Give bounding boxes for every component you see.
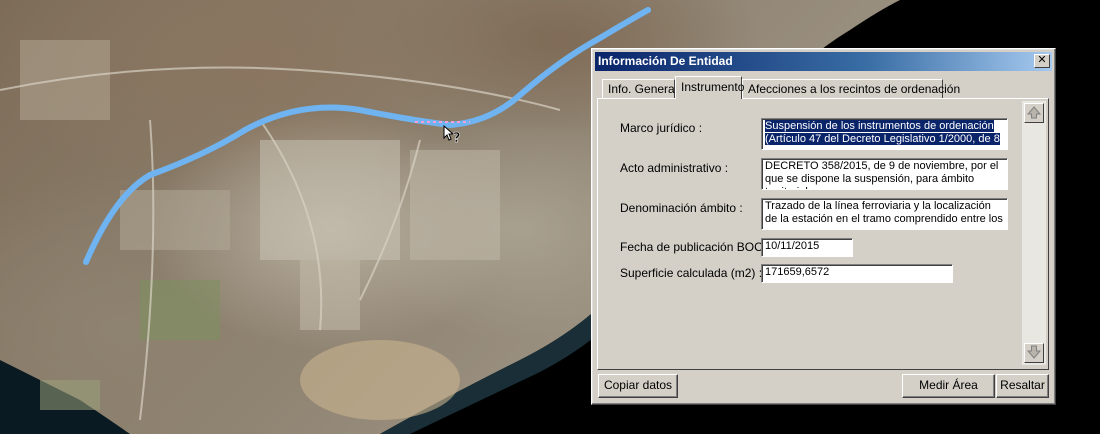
fecha-publicacion-value: 10/11/2015 [765, 240, 820, 252]
superficie-calculada-value: 171659,6572 [765, 266, 830, 278]
dunes [300, 340, 460, 420]
superficie-calculada-label: Superficie calculada (m2) : [620, 266, 763, 280]
fecha-publicacion-field[interactable]: 10/11/2015 [761, 238, 853, 257]
fecha-publicacion-label: Fecha de publicación BOC : [620, 240, 770, 254]
marco-juridico-value: Suspensión de los instrumentos de ordena… [765, 120, 1000, 145]
denominacion-ambito-label: Denominación ámbito : [620, 201, 743, 215]
close-button[interactable]: ✕ [1034, 54, 1050, 68]
acto-administrativo-value: DECRETO 358/2015, de 9 de noviembre, por… [765, 160, 999, 189]
tab-label: Info. General [608, 82, 678, 96]
vertical-scrollbar[interactable] [1022, 101, 1046, 365]
tab-instrumento[interactable]: Instrumento [675, 76, 745, 99]
route-end-point [645, 7, 651, 13]
highlight-button[interactable]: Resaltar [996, 374, 1049, 398]
superficie-calculada-field[interactable]: 171659,6572 [761, 264, 953, 283]
acto-administrativo-label: Acto administrativo : [620, 161, 729, 175]
dialog-titlebar[interactable]: Información De Entidad ✕ [595, 52, 1052, 71]
instrumento-panel: Marco jurídico : Suspensión de los instr… [597, 98, 1049, 370]
arrow-down-icon [1026, 345, 1042, 359]
tab-info-general[interactable]: Info. General [602, 79, 678, 99]
arrow-up-icon [1026, 106, 1042, 119]
entity-info-dialog[interactable]: Información De Entidad ✕ Info. General I… [591, 48, 1056, 405]
tab-label: Afecciones a los recintos de ordenación [748, 82, 961, 96]
acto-administrativo-field[interactable]: DECRETO 358/2015, de 9 de noviembre, por… [761, 158, 1008, 190]
denominacion-ambito-field[interactable]: Trazado de la línea ferroviaria y la loc… [761, 198, 1008, 230]
scroll-down-button[interactable] [1024, 343, 1044, 363]
measure-area-button[interactable]: Medir Área [902, 374, 995, 398]
cursor-question-mark: ? [453, 131, 461, 145]
close-icon: ✕ [1037, 54, 1047, 66]
copy-data-button[interactable]: Copiar datos [598, 374, 678, 398]
denominacion-ambito-value: Trazado de la línea ferroviaria y la loc… [765, 200, 1003, 225]
tab-label: Instrumento [681, 80, 745, 94]
dialog-title: Información De Entidad [598, 54, 733, 68]
scroll-up-button[interactable] [1024, 103, 1044, 123]
marco-juridico-label: Marco jurídico : [620, 121, 703, 135]
tab-afecciones[interactable]: Afecciones a los recintos de ordenación [742, 79, 960, 99]
marco-juridico-field[interactable]: Suspensión de los instrumentos de ordena… [761, 118, 1008, 150]
measure-area-label: Medir Área [919, 378, 978, 392]
highlight-label: Resaltar [1000, 378, 1045, 392]
copy-data-label: Copiar datos [603, 378, 673, 392]
